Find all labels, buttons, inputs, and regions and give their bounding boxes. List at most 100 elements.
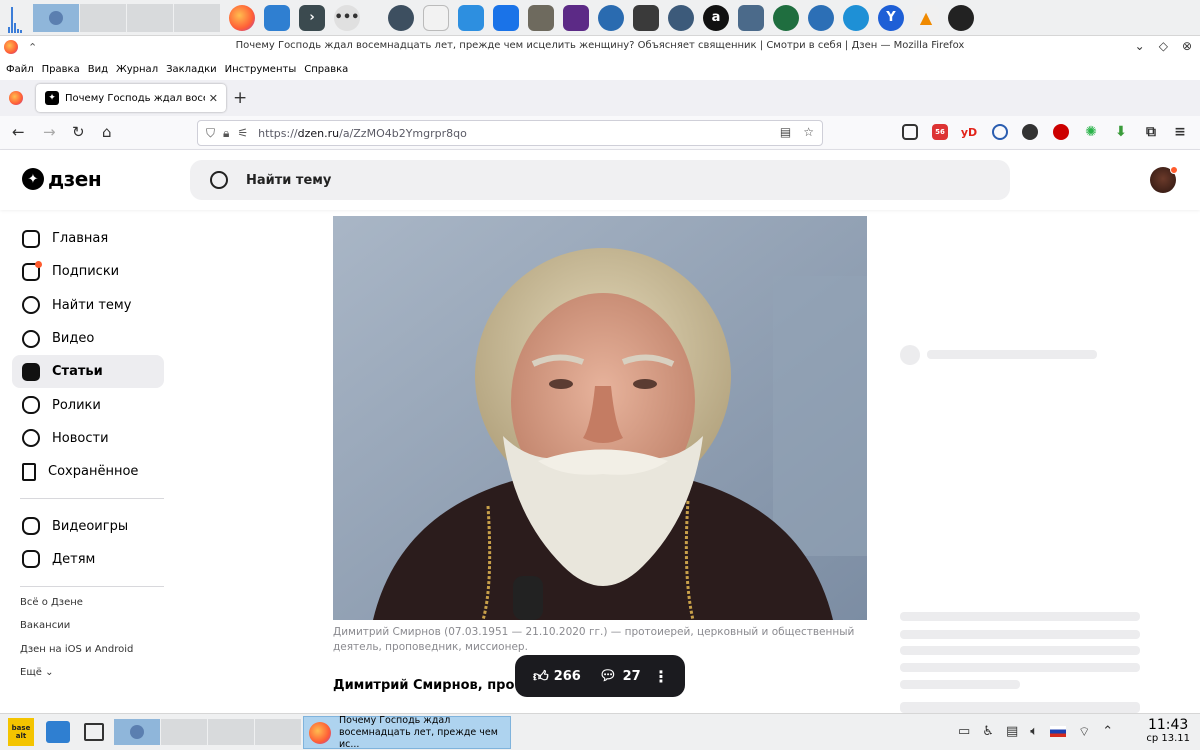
minimize-icon[interactable]: ⌄	[1135, 39, 1145, 53]
yandex-disk-icon[interactable]: yD	[961, 124, 977, 140]
topic-search[interactable]: Найти тему	[190, 160, 1010, 200]
link-about[interactable]: Всё о Дзене	[20, 597, 164, 621]
workspace-4[interactable]	[174, 3, 220, 32]
app-menu-icon[interactable]: ≡	[1172, 124, 1188, 140]
gimp-launcher-icon[interactable]	[528, 4, 554, 31]
menu-help[interactable]: Справка	[304, 64, 348, 75]
clock[interactable]: 11:43 ср 13.11	[1146, 717, 1190, 744]
permissions-icon[interactable]: ⚟	[237, 126, 248, 140]
menu-edit[interactable]: Правка	[42, 64, 80, 75]
tab-active[interactable]: ✦ Почему Господь ждал восем ✕	[36, 84, 226, 112]
workspace-2[interactable]	[80, 3, 126, 32]
workspace-1[interactable]	[33, 3, 79, 32]
shield-icon[interactable]: ⛉	[206, 126, 215, 141]
a-launcher-icon[interactable]: a	[703, 4, 729, 31]
sidebar-item-find-topic[interactable]: Найти тему	[12, 289, 164, 322]
volume-icon[interactable]: 🔈︎	[1030, 724, 1038, 740]
dzen-logo[interactable]: ✦ дзен	[22, 167, 102, 191]
start-menu-button[interactable]: base alt	[8, 718, 34, 746]
new-tab-icon[interactable]: +	[233, 88, 247, 108]
sidebar-item-shorts[interactable]: Ролики	[12, 388, 164, 421]
bookmark-star-icon[interactable]: ☆	[803, 125, 814, 139]
menu-file[interactable]: Файл	[6, 64, 34, 75]
lock-icon[interactable]: 🔒︎	[223, 126, 229, 141]
bottom-workspace-4[interactable]	[255, 719, 301, 745]
app-launcher-5-icon[interactable]	[843, 4, 869, 31]
vlc-launcher-icon[interactable]: ▲	[913, 4, 939, 31]
tray-expand-icon[interactable]: ⌃	[1102, 724, 1113, 740]
webcam-launcher-icon[interactable]	[738, 4, 764, 31]
video-launcher-icon[interactable]	[633, 4, 659, 31]
sidebar-item-kids[interactable]: Детям	[12, 543, 164, 576]
app-launcher-3-icon[interactable]	[773, 4, 799, 31]
sidebar-item-video[interactable]: Видео	[12, 322, 164, 355]
url-text[interactable]: https://dzen.ru/a/ZzMO4b2Ymgrpr8qo	[258, 127, 467, 140]
headphones-launcher-icon[interactable]	[598, 4, 624, 31]
media-launcher-icon[interactable]	[563, 4, 589, 31]
gamepad-icon	[22, 517, 40, 536]
clipboard-icon[interactable]: ▭	[958, 724, 970, 740]
terminal-launcher-icon[interactable]: ›	[299, 4, 325, 31]
download-extension-icon[interactable]: ⬇	[1113, 124, 1129, 140]
workspace-3[interactable]	[127, 3, 173, 32]
pocket-icon[interactable]	[902, 124, 918, 140]
notes-icon[interactable]: ▤	[1006, 724, 1018, 740]
url-bar[interactable]: ⛉ 🔒︎ ⚟ https://dzen.ru/a/ZzMO4b2Ymgrpr8q…	[197, 120, 823, 146]
globe-extension-icon[interactable]	[992, 124, 1008, 140]
menu-tools[interactable]: Инструменты	[225, 64, 297, 75]
sidebar-item-games[interactable]: Видеоигры	[12, 509, 164, 542]
maximize-icon[interactable]: ◇	[1159, 39, 1168, 53]
sidebar-item-subscriptions[interactable]: Подписки	[12, 255, 164, 288]
sidebar-item-news[interactable]: Новости	[12, 422, 164, 455]
color-extension-icon[interactable]: ✺	[1083, 124, 1099, 140]
link-vacancies[interactable]: Вакансии	[20, 620, 164, 644]
disk-launcher-icon[interactable]	[668, 4, 694, 31]
reader-view-icon[interactable]: ▤	[780, 125, 791, 139]
language-flag-icon[interactable]	[1050, 726, 1067, 737]
firefox-launcher-icon[interactable]	[229, 4, 255, 31]
writer-launcher-icon[interactable]	[493, 4, 519, 31]
red-extension-icon[interactable]	[1053, 124, 1069, 140]
link-mobile-apps[interactable]: Дзен на iOS и Android	[20, 644, 164, 668]
more-options-icon[interactable]: ⋮	[653, 667, 669, 686]
taskbar-task-firefox[interactable]: Почему Господь ждал восемнадцать лет, пр…	[303, 715, 511, 750]
folder-star-icon[interactable]	[46, 721, 70, 743]
document-launcher-icon[interactable]	[423, 4, 449, 31]
link-more[interactable]: Ещё ⌄	[20, 667, 164, 691]
menu-view[interactable]: Вид	[88, 64, 108, 75]
app-launcher-6-icon[interactable]	[948, 4, 974, 31]
bottom-workspace-3[interactable]	[208, 719, 254, 745]
sidebar-item-home[interactable]: Главная	[12, 222, 164, 255]
avatar[interactable]	[1150, 166, 1178, 193]
notification-dot	[1170, 166, 1178, 174]
menu-bookmarks[interactable]: Закладки	[166, 64, 217, 75]
show-desktop-icon[interactable]	[84, 723, 104, 741]
app-launcher-2-icon[interactable]	[458, 4, 484, 31]
compass-icon	[22, 296, 40, 315]
reload-icon[interactable]: ↻	[72, 123, 85, 141]
app-launcher-4-icon[interactable]	[808, 4, 834, 31]
accessibility-icon[interactable]: ♿︎	[982, 724, 994, 740]
activity-graph-icon[interactable]	[8, 3, 32, 33]
comments-button[interactable]: 💬︎ 27	[599, 668, 641, 684]
menu-history[interactable]: Журнал	[116, 64, 158, 75]
forward-icon[interactable]: →	[43, 123, 56, 141]
home-icon[interactable]: ⌂	[102, 123, 112, 141]
extension-badge-icon[interactable]: 56	[932, 124, 948, 140]
more-apps-icon[interactable]: •••	[334, 4, 360, 31]
close-window-icon[interactable]: ⊗	[1182, 39, 1192, 53]
dots-extension-icon[interactable]	[1022, 124, 1038, 140]
yandex-browser-launcher-icon[interactable]: Y	[878, 4, 904, 31]
sidebar-item-saved[interactable]: Сохранённое	[12, 455, 164, 488]
wifi-icon[interactable]: ⌔	[1078, 724, 1090, 740]
extensions-puzzle-icon[interactable]: ⧉	[1143, 124, 1159, 140]
app-launcher-1-icon[interactable]	[388, 4, 414, 31]
file-manager-launcher-icon[interactable]	[264, 4, 290, 31]
firefox-view-icon[interactable]	[9, 91, 23, 105]
bottom-workspace-1[interactable]	[114, 719, 160, 745]
back-icon[interactable]: ←	[12, 123, 25, 141]
close-tab-icon[interactable]: ✕	[209, 92, 218, 105]
sidebar-item-articles[interactable]: Статьи	[12, 355, 164, 389]
bottom-workspace-2[interactable]	[161, 719, 207, 745]
like-button[interactable]: 👍︎ 266	[533, 667, 581, 686]
